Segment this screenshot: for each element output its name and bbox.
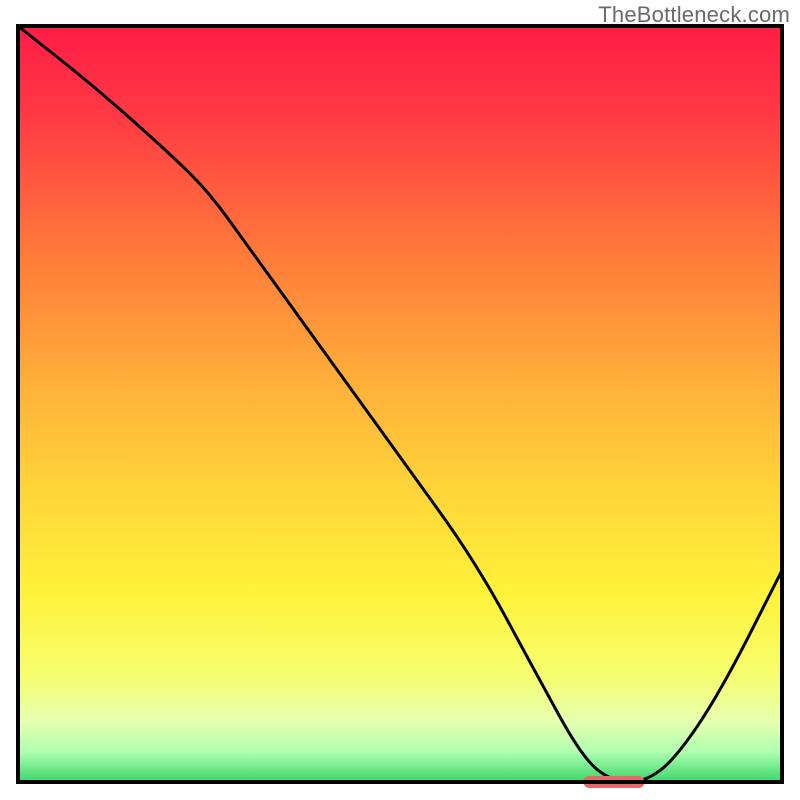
chart-svg	[0, 0, 800, 800]
bottleneck-chart: TheBottleneck.com	[0, 0, 800, 800]
watermark-text: TheBottleneck.com	[598, 2, 790, 28]
chart-background	[18, 26, 782, 782]
